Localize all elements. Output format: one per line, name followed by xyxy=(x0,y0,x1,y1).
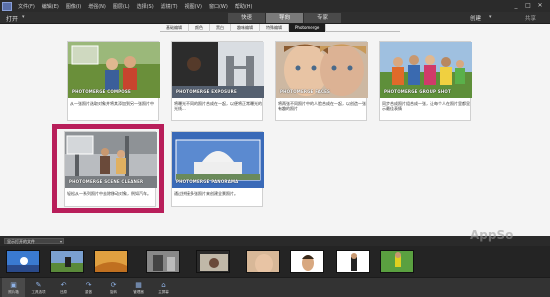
bin-thumbnail[interactable] xyxy=(50,250,84,273)
exposure-thumbnail: PHOTOMERGE EXPOSURE xyxy=(172,42,264,98)
tool-options-icon: ✎ xyxy=(35,281,42,289)
minimize-button[interactable]: _ xyxy=(512,2,520,9)
menu-help[interactable]: 帮助(H) xyxy=(235,3,253,10)
card-title: PHOTOMERGE PANORAMA xyxy=(176,179,239,184)
menu-enhance[interactable]: 增强(N) xyxy=(88,3,106,10)
tool-options-label: 工具选项 xyxy=(31,290,46,294)
redo-button[interactable]: ↷ 重做 xyxy=(77,278,100,297)
bin-source-label: 显示打开的文件 xyxy=(7,239,35,244)
chevron-down-icon: ▾ xyxy=(59,239,62,244)
tab-black-white[interactable]: 黑白 xyxy=(210,24,231,32)
top-toolbar: 打开 ▾ 快速 导向 专家 创建 ▾ 共享 xyxy=(0,12,550,24)
open-button[interactable]: 打开 xyxy=(6,14,18,23)
create-button[interactable]: 创建 xyxy=(470,14,481,22)
tab-photomerge[interactable]: Photomerge xyxy=(289,24,327,32)
bin-thumbnail[interactable] xyxy=(336,250,370,273)
tab-fun-edits[interactable]: 趣味编辑 xyxy=(231,24,260,32)
card-description: 将两张不同照片中的人脸合成在一起，以创造一张有趣的照片 xyxy=(278,101,366,111)
category-tabs: 基础编辑 颜色 黑白 趣味编辑 特殊编辑 Photomerge xyxy=(160,24,400,32)
title-bar: 文件(F) 编辑(E) 图像(I) 增强(N) 图层(L) 选择(S) 滤镜(T… xyxy=(0,0,550,12)
bin-thumbnail[interactable] xyxy=(94,250,128,273)
card-photomerge-panorama[interactable]: PHOTOMERGE PANORAMA 通过拼接多张照片来创建全景照片。 xyxy=(171,131,264,207)
bin-thumbnail[interactable] xyxy=(146,250,180,273)
guided-workspace: 基础编辑 颜色 黑白 趣味编辑 特殊编辑 Photomerge PHOTOMER… xyxy=(0,24,550,236)
photo-bin-button[interactable]: ▣ 照片箱 xyxy=(2,278,25,297)
card-description: 从一张照片选取对象并将其添加到另一张照片中 xyxy=(70,101,154,106)
menu-view[interactable]: 视图(V) xyxy=(185,3,202,10)
redo-label: 重做 xyxy=(85,290,92,294)
maximize-button[interactable]: □ xyxy=(524,2,532,9)
home-screen-button[interactable]: ⌂ 主屏幕 xyxy=(152,278,175,297)
card-description: 同步合成照片组合成一张，让每个人在照片里都显示最佳表情 xyxy=(382,101,470,111)
card-photomerge-exposure[interactable]: PHOTOMERGE EXPOSURE 将曝光不同的照片合成在一起，以便将正常曝… xyxy=(171,41,264,121)
bin-thumbnail[interactable] xyxy=(6,250,40,273)
bin-source-select[interactable]: 显示打开的文件 ▾ xyxy=(4,238,64,244)
card-photomerge-compose[interactable]: PHOTOMERGE COMPOSE 从一张照片选取对象并将其添加到另一张照片中 xyxy=(67,41,160,121)
photo-bin-header: 显示打开的文件 ▾ xyxy=(0,236,550,246)
organizer-icon: ▦ xyxy=(135,281,142,289)
card-title: PHOTOMERGE GROUP SHOT xyxy=(384,89,451,94)
card-photomerge-group-shot[interactable]: PHOTOMERGE GROUP SHOT 同步合成照片组合成一张，让每个人在照… xyxy=(379,41,472,121)
card-title: PHOTOMERGE FACES xyxy=(280,89,331,94)
menu-filter[interactable]: 滤镜(T) xyxy=(161,3,178,10)
watermark: AppSo xyxy=(470,228,514,242)
app-logo xyxy=(2,1,12,11)
tab-basics[interactable]: 基础编辑 xyxy=(160,24,189,32)
photo-bin xyxy=(0,246,550,277)
bin-thumbnail[interactable] xyxy=(290,250,324,273)
tab-color[interactable]: 颜色 xyxy=(189,24,210,32)
tool-options-button[interactable]: ✎ 工具选项 xyxy=(27,278,50,297)
tab-expert[interactable]: 专家 xyxy=(304,13,341,23)
bin-thumbnail[interactable] xyxy=(246,250,280,273)
card-description: 将曝光不同的照片合成在一起，以便将正常曝光的光线... xyxy=(174,101,262,111)
panorama-thumbnail: PHOTOMERGE PANORAMA xyxy=(172,132,264,188)
mode-tabs: 快速 导向 专家 xyxy=(228,13,342,23)
rotate-label: 旋转 xyxy=(110,290,117,294)
tab-guided[interactable]: 导向 xyxy=(266,13,303,23)
bottom-panel-bar: ▣ 照片箱 ✎ 工具选项 ↶ 还原 ↷ 重做 ⟳ 旋转 ▦ 管理器 ⌂ 主屏幕 xyxy=(0,277,550,297)
undo-icon: ↶ xyxy=(60,281,67,289)
menu-select[interactable]: 选择(S) xyxy=(137,3,154,10)
card-description: 通过拼接多张照片来创建全景照片。 xyxy=(174,191,238,196)
menu-layer[interactable]: 图层(L) xyxy=(113,3,130,10)
undo-label: 还原 xyxy=(60,290,67,294)
bin-thumbnail[interactable] xyxy=(380,250,414,273)
card-title: PHOTOMERGE COMPOSE xyxy=(72,89,131,94)
menu-bar: 文件(F) 编辑(E) 图像(I) 增强(N) 图层(L) 选择(S) 滤镜(T… xyxy=(18,3,259,10)
redo-icon: ↷ xyxy=(85,281,92,289)
menu-image[interactable]: 图像(I) xyxy=(66,3,81,10)
tab-quick[interactable]: 快速 xyxy=(228,13,265,23)
card-title: PHOTOMERGE EXPOSURE xyxy=(176,89,237,94)
home-icon: ⌂ xyxy=(161,281,166,289)
menu-window[interactable]: 窗口(W) xyxy=(209,3,228,10)
undo-button[interactable]: ↶ 还原 xyxy=(52,278,75,297)
menu-file[interactable]: 文件(F) xyxy=(18,3,35,10)
photo-bin-icon: ▣ xyxy=(10,281,17,289)
organizer-label: 管理器 xyxy=(133,290,144,294)
photo-bin-label: 照片箱 xyxy=(8,290,19,294)
open-dropdown-icon[interactable]: ▾ xyxy=(22,14,25,20)
menu-edit[interactable]: 编辑(E) xyxy=(42,3,59,10)
faces-thumbnail: PHOTOMERGE FACES xyxy=(276,42,368,98)
group-shot-thumbnail: PHOTOMERGE GROUP SHOT xyxy=(380,42,472,98)
card-photomerge-faces[interactable]: PHOTOMERGE FACES 将两张不同照片中的人脸合成在一起，以创造一张有… xyxy=(275,41,368,121)
selection-highlight xyxy=(52,124,164,213)
share-button[interactable]: 共享 xyxy=(525,14,536,22)
tab-special-edits[interactable]: 特殊编辑 xyxy=(260,24,289,32)
rotate-button[interactable]: ⟳ 旋转 xyxy=(102,278,125,297)
rotate-icon: ⟳ xyxy=(110,281,117,289)
bin-thumbnail[interactable] xyxy=(196,250,230,273)
close-button[interactable]: ✕ xyxy=(536,2,544,9)
organizer-button[interactable]: ▦ 管理器 xyxy=(127,278,150,297)
home-screen-label: 主屏幕 xyxy=(158,290,169,294)
create-dropdown-icon[interactable]: ▾ xyxy=(489,14,492,20)
window-controls: _ □ ✕ xyxy=(508,2,544,9)
compose-thumbnail: PHOTOMERGE COMPOSE xyxy=(68,42,160,98)
